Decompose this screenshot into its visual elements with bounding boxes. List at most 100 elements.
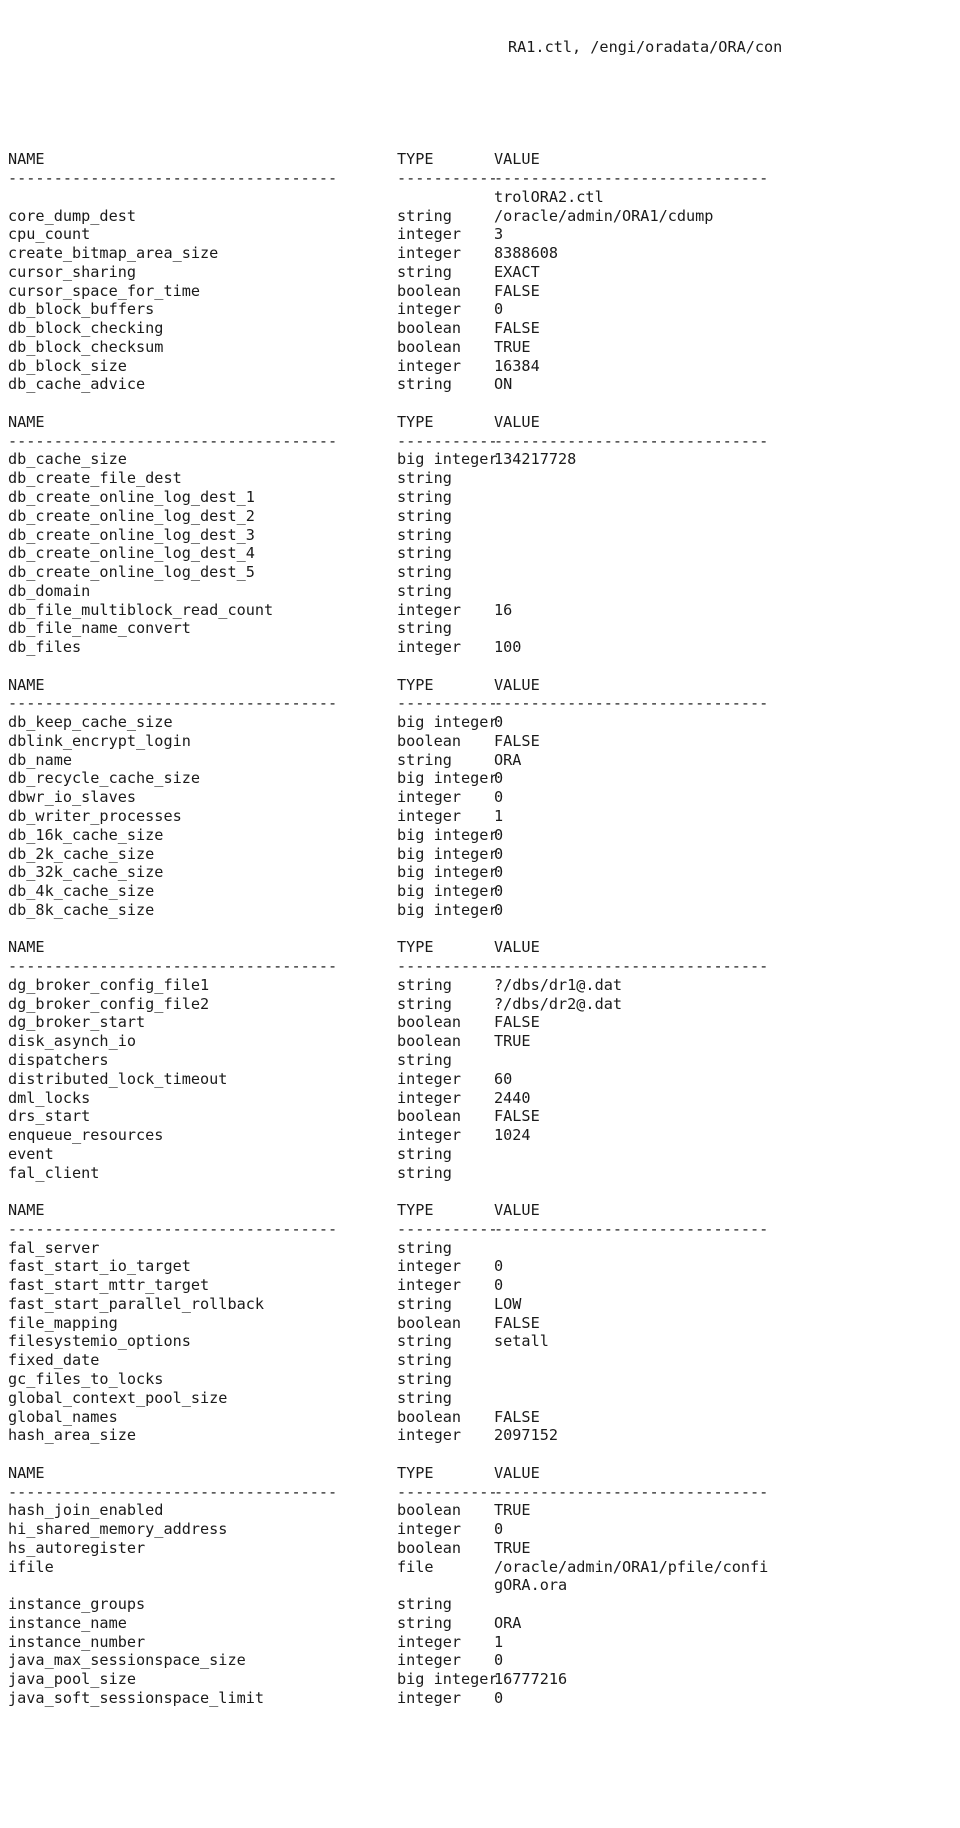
parameter-row: db_create_online_log_dest_5 string (8, 563, 960, 582)
parameter-row: event string (8, 1145, 960, 1164)
column-header-row: NAME TYPE VALUE (8, 676, 960, 695)
parameter-row: core_dump_dest string/oracle/admin/ORA1/c… (8, 207, 960, 226)
parameter-type: string (397, 525, 452, 544)
header-separator-rule: ------------------------------------ ----… (8, 694, 960, 713)
parameter-name: fast_start_mttr_target (8, 1276, 210, 1295)
parameter-value: 0 (494, 300, 504, 319)
parameter-name: db_block_checking (8, 319, 164, 338)
parameter-type: big integer (397, 769, 498, 788)
parameter-value: 0 (494, 713, 504, 732)
parameter-name: core_dump_dest (8, 206, 137, 225)
parameter-blocks: NAME TYPE VALUE ---------------------------… (8, 150, 960, 1708)
parameter-row: fast_start_io_target integer 0 (8, 1257, 960, 1276)
parameter-type: integer (397, 1069, 462, 1088)
header-separator-rule: ------------------------------------ ----… (8, 432, 960, 451)
parameter-value: FALSE (494, 1313, 540, 1332)
parameter-type: boolean (397, 1407, 462, 1426)
rule-value: ------------------------------ (494, 694, 769, 713)
parameter-name: file_mapping (8, 1313, 118, 1332)
parameter-name: db_name (8, 750, 73, 769)
parameter-type: big integer (397, 825, 498, 844)
parameter-row: hash_join_enabled boolean TRUE (8, 1501, 960, 1520)
parameter-name: java_max_sessionspace_size (8, 1651, 246, 1670)
parameter-row: db_8k_cache_size big integer0 (8, 901, 960, 920)
parameter-value: FALSE (494, 319, 540, 338)
parameter-value: /oracle/admin/ORA1/pfile/confi (494, 1557, 769, 1576)
parameter-name: db_4k_cache_size (8, 882, 155, 901)
parameter-name: fal_server (8, 1238, 100, 1257)
parameter-name: db_keep_cache_size (8, 713, 173, 732)
parameter-row: dg_broker_start boolean FALSE (8, 1013, 960, 1032)
parameter-row: enqueue_resources integer 1024 (8, 1126, 960, 1145)
parameter-value: ORA (494, 1613, 522, 1632)
parameter-value: 0 (494, 882, 504, 901)
column-header-name: NAME (8, 1463, 45, 1482)
parameter-type: boolean (397, 731, 462, 750)
parameter-type: integer (397, 600, 462, 619)
parameter-value: 0 (494, 1257, 504, 1276)
parameter-type: string (397, 975, 452, 994)
parameter-name: instance_groups (8, 1595, 146, 1614)
parameter-value: ?/dbs/dr2@.dat (494, 994, 623, 1013)
parameter-row: db_cache_advice string ON (8, 375, 960, 394)
parameter-row: file_mapping boolean FALSE (8, 1314, 960, 1333)
parameter-name: cursor_space_for_time (8, 281, 201, 300)
parameter-name: gc_files_to_locks (8, 1369, 164, 1388)
column-header-type: TYPE (397, 675, 434, 694)
parameter-value: setall (494, 1332, 549, 1351)
parameter-value: 2097152 (494, 1426, 559, 1445)
rule-value: ------------------------------ (494, 1482, 769, 1501)
rule-value: ------------------------------ (494, 957, 769, 976)
parameter-block: NAME TYPE VALUE ---------------------------… (8, 150, 960, 394)
column-header-name: NAME (8, 938, 45, 957)
parameter-value: 60 (494, 1069, 513, 1088)
parameter-name: dblink_encrypt_login (8, 731, 191, 750)
parameter-name: db_block_checksum (8, 337, 164, 356)
parameter-type: string (397, 1613, 452, 1632)
parameter-row: cursor_space_for_time boolean FALSE (8, 282, 960, 301)
parameter-name: db_files (8, 638, 82, 657)
column-header-type: TYPE (397, 1201, 434, 1220)
parameter-row: db_keep_cache_size big integer0 (8, 713, 960, 732)
column-header-name: NAME (8, 1201, 45, 1220)
parameter-value: LOW (494, 1294, 522, 1313)
parameter-row: dg_broker_config_file1 string ?/dbs/dr1@.d… (8, 976, 960, 995)
column-header-row: NAME TYPE VALUE (8, 1201, 960, 1220)
column-header-value: VALUE (494, 1201, 540, 1220)
terminal-output: RA1.ctl, /engi/oradata/ORA/con NAME TYPE V… (0, 0, 960, 1727)
parameter-row: db_create_online_log_dest_1 string (8, 488, 960, 507)
parameter-type: string (397, 262, 452, 281)
parameter-type: boolean (397, 1538, 462, 1557)
parameter-name: instance_number (8, 1632, 146, 1651)
parameter-type: boolean (397, 281, 462, 300)
parameter-type: string (397, 1050, 452, 1069)
parameter-name: dg_broker_config_file2 (8, 994, 210, 1013)
parameter-row: dbwr_io_slaves integer 0 (8, 788, 960, 807)
parameter-name: hash_join_enabled (8, 1501, 164, 1520)
parameter-type: string (397, 619, 452, 638)
parameter-type: boolean (397, 1013, 462, 1032)
parameter-type: string (397, 1144, 452, 1163)
parameter-row: db_writer_processes integer 1 (8, 807, 960, 826)
parameter-name: db_cache_advice (8, 375, 146, 394)
parameter-value: FALSE (494, 731, 540, 750)
parameter-name: db_create_file_dest (8, 469, 182, 488)
parameter-name: db_writer_processes (8, 807, 182, 826)
parameter-value: 0 (494, 1651, 504, 1670)
parameter-type: string (397, 1351, 452, 1370)
parameter-type: string (397, 1238, 452, 1257)
parameter-name: disk_asynch_io (8, 1032, 137, 1051)
parameter-row: distributed_lock_timeout integer 60 (8, 1070, 960, 1089)
parameter-row: db_16k_cache_size big integer0 (8, 826, 960, 845)
parameter-row: db_files integer 100 (8, 638, 960, 657)
parameter-row: instance_groups string (8, 1595, 960, 1614)
parameter-row: fast_start_parallel_rollback string LOW (8, 1295, 960, 1314)
parameter-name: cursor_sharing (8, 262, 137, 281)
parameter-value: 16384 (494, 356, 540, 375)
parameter-type: boolean (397, 1313, 462, 1332)
parameter-type: boolean (397, 337, 462, 356)
parameter-row: dml_locks integer 2440 (8, 1089, 960, 1108)
parameter-row: java_max_sessionspace_size integer 0 (8, 1651, 960, 1670)
parameter-value: EXACT (494, 262, 540, 281)
